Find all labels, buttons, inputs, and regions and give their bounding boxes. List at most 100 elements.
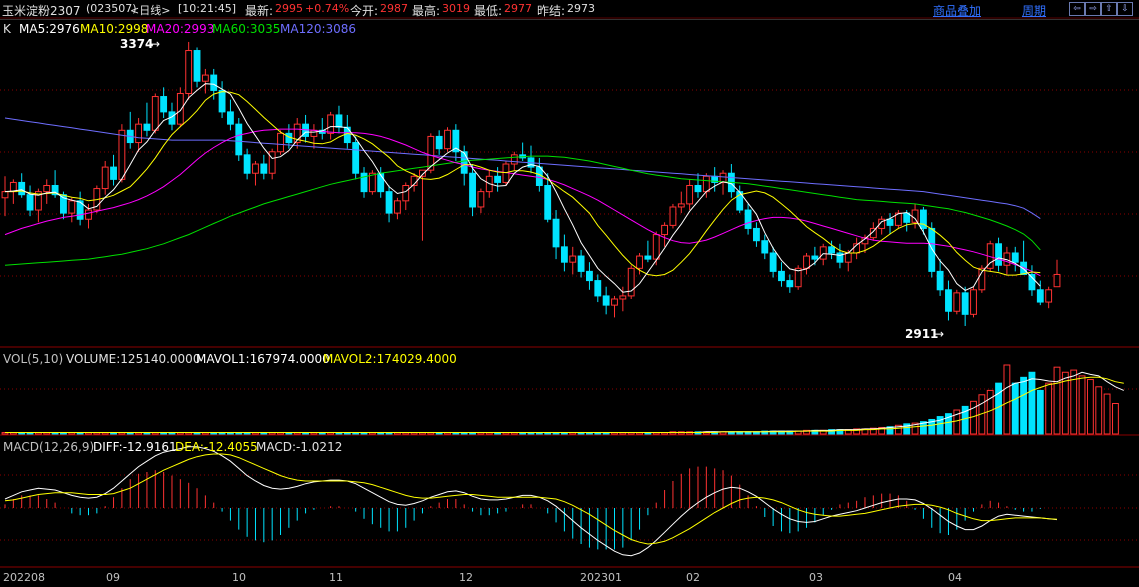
candle-body [803, 255, 810, 269]
candle-body [819, 246, 827, 260]
ma120-legend: MA120:3086 [280, 22, 357, 36]
volume-bar [1053, 366, 1061, 435]
candle-body [686, 185, 694, 205]
candle-body [510, 154, 518, 165]
volume-bar [970, 400, 977, 435]
macd-value-legend: MACD:-1.0212 [256, 440, 343, 454]
diff-line [4, 446, 1058, 557]
candle-body [719, 172, 727, 183]
candle-body [586, 270, 593, 282]
candle-body [18, 181, 26, 196]
candle-body [602, 295, 610, 306]
candle-body [753, 227, 760, 242]
ma5-line [4, 83, 1041, 293]
candle-body [444, 129, 451, 150]
candle-body [235, 123, 243, 156]
candle-body [886, 218, 894, 226]
candle-body [953, 292, 961, 312]
ma60-legend: MA60:3035 [212, 22, 281, 36]
ma20-legend: MA20:2993 [146, 22, 215, 36]
x-tick-label: 09 [106, 571, 120, 584]
ma10-legend: MA10:2998 [80, 22, 149, 36]
candle-body [402, 185, 410, 202]
candle-body [569, 255, 577, 263]
candle-body [844, 252, 852, 263]
candle-body [644, 255, 652, 260]
candle-body [970, 289, 977, 315]
volume-bar [1045, 382, 1053, 435]
candle-body [702, 175, 710, 193]
volume-bar [995, 382, 1002, 435]
candle-body [494, 175, 502, 183]
volume-bar [1095, 386, 1103, 435]
candle-body [160, 96, 168, 113]
candle-body [268, 151, 276, 174]
candle-body [68, 200, 76, 214]
candle-body [594, 280, 602, 297]
vol-legend: VOL(5,10) [3, 352, 64, 366]
candle-body [677, 203, 685, 208]
x-tick-label: 202208 [3, 571, 45, 584]
volume-bar [1078, 375, 1086, 435]
candle-body [669, 206, 677, 226]
candle-body [327, 114, 335, 134]
kline-chart[interactable] [0, 0, 1139, 587]
candle-body [1045, 289, 1053, 303]
candle-body [694, 185, 702, 193]
candle-body [252, 163, 259, 174]
candle-body [611, 298, 618, 306]
candle-body [185, 50, 193, 94]
mavol2-legend: MAVOL2:174029.4000 [323, 352, 457, 366]
candle-body [652, 234, 660, 260]
candle-body [769, 252, 777, 272]
candle-body [945, 289, 952, 312]
candle-body [544, 185, 552, 220]
volume-bar [1036, 389, 1044, 435]
candle-body [143, 123, 151, 131]
candle-body [377, 172, 385, 193]
candle-body [310, 129, 318, 137]
candle-body [343, 126, 351, 144]
candle-body [110, 166, 117, 180]
candle-body [193, 50, 201, 82]
x-tick-label: 02 [686, 571, 700, 584]
candle-body [352, 142, 360, 174]
candle-body [477, 191, 485, 208]
ma10-line [5, 91, 1041, 277]
candle-body [43, 185, 51, 193]
candle-body [1036, 289, 1044, 303]
volume-bar [1028, 371, 1036, 435]
candle-body [435, 135, 443, 150]
candle-body [1053, 273, 1061, 288]
macd-legend: MACD(12,26,9) [3, 440, 95, 454]
candle-body [661, 224, 669, 236]
kline-legend-k: K [3, 22, 11, 36]
candle-body [101, 166, 109, 190]
candle-body [335, 114, 343, 128]
volume-legend: VOLUME:125140.0000 [66, 352, 201, 366]
x-tick-label: 10 [232, 571, 246, 584]
candle-body [911, 209, 919, 223]
high-annotation: 3374 [120, 37, 154, 51]
candle-body [786, 280, 794, 288]
volume-bar [1020, 376, 1028, 435]
candle-body [961, 292, 969, 315]
candle-body [385, 191, 393, 214]
candle-body [227, 111, 234, 125]
x-tick-label: 04 [948, 571, 962, 584]
candle-body [176, 92, 184, 125]
high-arrow: → [150, 37, 161, 51]
x-tick-label: 202301 [580, 571, 622, 584]
x-tick-label: 11 [329, 571, 343, 584]
candle-body [460, 151, 468, 174]
candle-body [118, 129, 126, 180]
ma5-legend: MA5:2976 [19, 22, 80, 36]
candle-body [135, 123, 143, 144]
candle-body [577, 255, 585, 272]
mavol1-legend: MAVOL1:167974.0000 [196, 352, 330, 366]
candle-body [811, 255, 819, 260]
candle-body [1011, 252, 1019, 263]
candle-body [778, 270, 785, 282]
volume-bar [1086, 379, 1094, 435]
candle-body [277, 132, 284, 153]
